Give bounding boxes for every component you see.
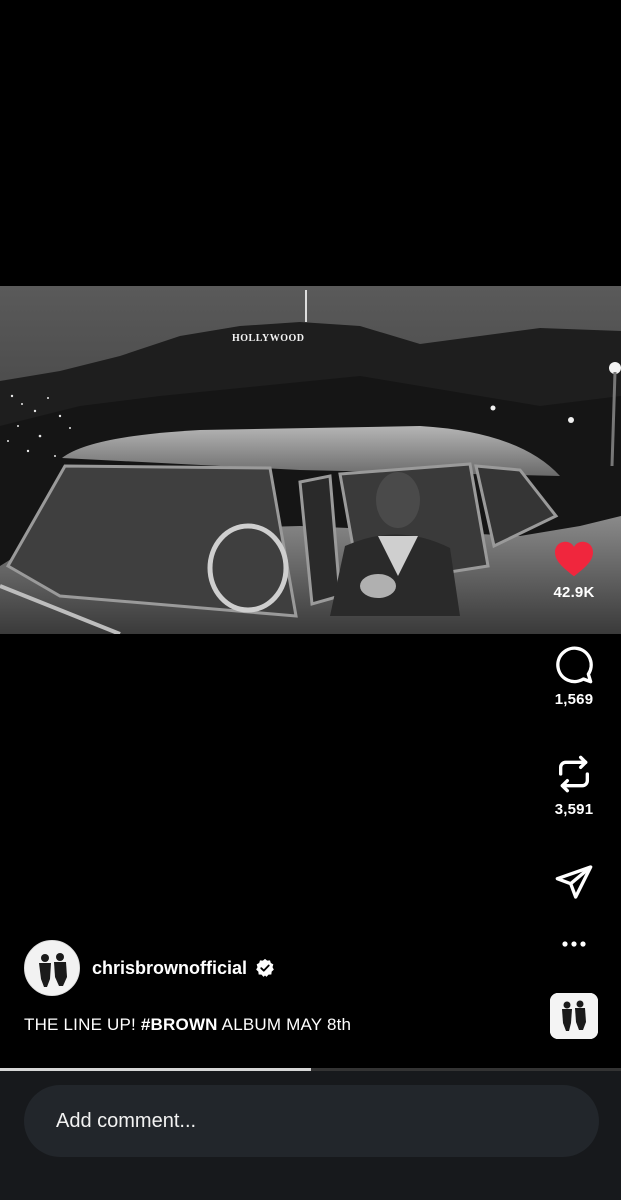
more-button[interactable] (543, 934, 605, 954)
like-button[interactable]: 42.9K (543, 540, 605, 601)
audio-thumbnail-image (550, 993, 598, 1039)
comment-count: 1,569 (554, 691, 594, 708)
avatar-image (25, 941, 79, 995)
caption-hashtag[interactable]: #BROWN (141, 1015, 218, 1034)
post-author[interactable]: chrisbrownofficial (24, 940, 275, 996)
media-sign-text: HOLLYWOOD (232, 333, 304, 344)
comment-bubble-icon (556, 646, 593, 684)
author-username[interactable]: chrisbrownofficial (92, 958, 247, 979)
post-caption: THE LINE UP! #BROWN ALBUM MAY 8th (24, 1015, 351, 1035)
media-image: HOLLYWOOD (0, 286, 621, 634)
comment-bar: Add comment... (0, 1071, 621, 1200)
post-media[interactable]: HOLLYWOOD (0, 286, 621, 634)
audio-thumbnail[interactable] (550, 993, 598, 1039)
repost-icon (559, 755, 589, 793)
share-button[interactable] (543, 862, 605, 902)
caption-text-start: THE LINE UP! (24, 1015, 141, 1034)
repost-count: 3,591 (554, 801, 594, 818)
comment-button[interactable]: 1,569 (543, 645, 605, 708)
like-count: 42.9K (553, 584, 595, 601)
verified-badge-icon (256, 958, 274, 977)
send-icon (555, 865, 593, 899)
avatar[interactable] (24, 940, 80, 996)
repost-button[interactable]: 3,591 (543, 753, 605, 818)
caption-text-end: ALBUM MAY 8th (217, 1015, 352, 1034)
more-dots-icon (562, 941, 586, 947)
comment-input[interactable]: Add comment... (24, 1085, 599, 1157)
heart-filled-icon (555, 541, 593, 577)
comment-placeholder: Add comment... (56, 1109, 197, 1132)
